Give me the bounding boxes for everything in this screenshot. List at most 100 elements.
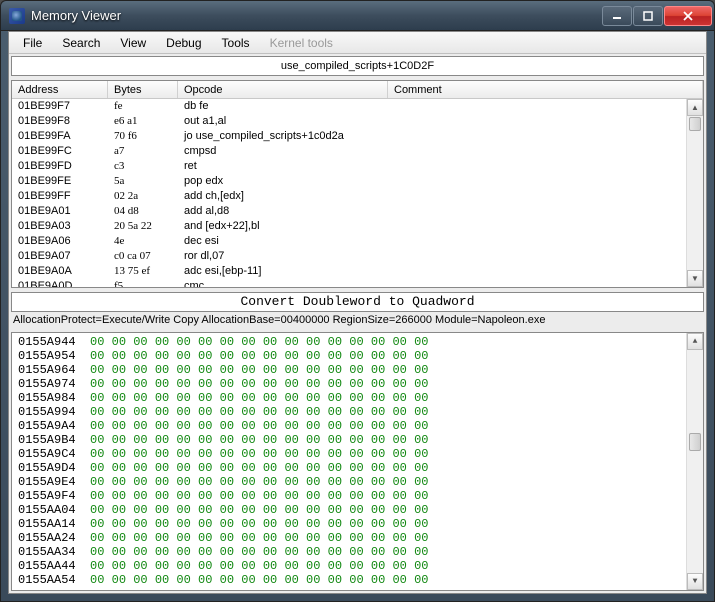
- cell-opcode: adc esi,[ebp-11]: [178, 264, 703, 279]
- menu-kernel-tools: Kernel tools: [260, 34, 343, 52]
- hex-bytes: 00 00 00 00 00 00 00 00 00 00 00 00 00 0…: [90, 489, 428, 503]
- cell-bytes: 4e: [108, 234, 178, 249]
- disasm-row[interactable]: 01BE9A0104 d8add al,d8: [12, 204, 703, 219]
- hex-bytes: 00 00 00 00 00 00 00 00 00 00 00 00 00 0…: [90, 391, 428, 405]
- disasm-row[interactable]: 01BE9A0A13 75 efadc esi,[ebp-11]: [12, 264, 703, 279]
- hex-row[interactable]: 0155A944 00 00 00 00 00 00 00 00 00 00 0…: [18, 335, 697, 349]
- hex-rows[interactable]: 0155A944 00 00 00 00 00 00 00 00 00 00 0…: [12, 333, 703, 590]
- disasm-row[interactable]: 01BE9A07c0 ca 07ror dl,07: [12, 249, 703, 264]
- hex-row[interactable]: 0155AA44 00 00 00 00 00 00 00 00 00 00 0…: [18, 559, 697, 573]
- cell-bytes: 04 d8: [108, 204, 178, 219]
- cell-address: 01BE9A01: [12, 204, 108, 219]
- disassembly-pane[interactable]: Address Bytes Opcode Comment 01BE99F7fed…: [11, 80, 704, 288]
- hex-pane[interactable]: 0155A944 00 00 00 00 00 00 00 00 00 00 0…: [11, 332, 704, 591]
- hex-address: 0155AA14: [18, 517, 76, 531]
- hex-row[interactable]: 0155AA04 00 00 00 00 00 00 00 00 00 00 0…: [18, 503, 697, 517]
- hex-row[interactable]: 0155A9E4 00 00 00 00 00 00 00 00 00 00 0…: [18, 475, 697, 489]
- hex-row[interactable]: 0155A9F4 00 00 00 00 00 00 00 00 00 00 0…: [18, 489, 697, 503]
- scrollbar-hex[interactable]: ▲ ▼: [686, 333, 703, 590]
- close-button[interactable]: [664, 6, 712, 26]
- hex-row[interactable]: 0155A954 00 00 00 00 00 00 00 00 00 00 0…: [18, 349, 697, 363]
- window-title: Memory Viewer: [31, 8, 602, 23]
- disasm-row[interactable]: 01BE9A0Df5cmc: [12, 279, 703, 287]
- hex-bytes: 00 00 00 00 00 00 00 00 00 00 00 00 00 0…: [90, 461, 428, 475]
- cell-bytes: 70 f6: [108, 129, 178, 144]
- client-area: File Search View Debug Tools Kernel tool…: [8, 31, 707, 594]
- menu-debug[interactable]: Debug: [156, 34, 211, 52]
- hex-address: 0155A994: [18, 405, 76, 419]
- hex-row[interactable]: 0155A974 00 00 00 00 00 00 00 00 00 00 0…: [18, 377, 697, 391]
- disasm-row[interactable]: 01BE99FA70 f6jo use_compiled_scripts+1c0…: [12, 129, 703, 144]
- hex-address: 0155A984: [18, 391, 76, 405]
- scroll-down-icon[interactable]: ▼: [687, 573, 703, 590]
- disasm-row[interactable]: 01BE99FE5apop edx: [12, 174, 703, 189]
- cell-address: 01BE9A06: [12, 234, 108, 249]
- cell-bytes: e6 a1: [108, 114, 178, 129]
- hex-row[interactable]: 0155A994 00 00 00 00 00 00 00 00 00 00 0…: [18, 405, 697, 419]
- hex-address: 0155A954: [18, 349, 76, 363]
- hex-address: 0155A944: [18, 335, 76, 349]
- hex-row[interactable]: 0155A9D4 00 00 00 00 00 00 00 00 00 00 0…: [18, 461, 697, 475]
- hex-bytes: 00 00 00 00 00 00 00 00 00 00 00 00 00 0…: [90, 573, 428, 587]
- cell-opcode: pop edx: [178, 174, 703, 189]
- hex-address: 0155A964: [18, 363, 76, 377]
- cell-opcode: add al,d8: [178, 204, 703, 219]
- menu-view[interactable]: View: [110, 34, 156, 52]
- cell-opcode: db fe: [178, 99, 703, 114]
- location-bar[interactable]: use_compiled_scripts+1C0D2F: [11, 56, 704, 76]
- hex-bytes: 00 00 00 00 00 00 00 00 00 00 00 00 00 0…: [90, 559, 428, 573]
- titlebar[interactable]: Memory Viewer: [1, 1, 714, 31]
- disasm-row[interactable]: 01BE99FDc3ret: [12, 159, 703, 174]
- hex-bytes: 00 00 00 00 00 00 00 00 00 00 00 00 00 0…: [90, 349, 428, 363]
- disasm-row[interactable]: 01BE9A064edec esi: [12, 234, 703, 249]
- hex-row[interactable]: 0155AA14 00 00 00 00 00 00 00 00 00 00 0…: [18, 517, 697, 531]
- scroll-thumb[interactable]: [689, 433, 701, 451]
- hex-row[interactable]: 0155A9A4 00 00 00 00 00 00 00 00 00 00 0…: [18, 419, 697, 433]
- app-window: Memory Viewer File Search View Debug Too…: [0, 0, 715, 602]
- scroll-up-icon[interactable]: ▲: [687, 99, 703, 116]
- scrollbar-disasm[interactable]: ▲ ▼: [686, 99, 703, 287]
- scroll-up-icon[interactable]: ▲: [687, 333, 703, 350]
- hex-address: 0155A9C4: [18, 447, 76, 461]
- cell-bytes: c3: [108, 159, 178, 174]
- hex-row[interactable]: 0155AA24 00 00 00 00 00 00 00 00 00 00 0…: [18, 531, 697, 545]
- cell-opcode: cmc: [178, 279, 703, 287]
- cell-bytes: c0 ca 07: [108, 249, 178, 264]
- cell-opcode: jo use_compiled_scripts+1c0d2a: [178, 129, 703, 144]
- hex-row[interactable]: 0155AA54 00 00 00 00 00 00 00 00 00 00 0…: [18, 573, 697, 587]
- hex-row[interactable]: 0155A9C4 00 00 00 00 00 00 00 00 00 00 0…: [18, 447, 697, 461]
- col-address[interactable]: Address: [12, 81, 108, 98]
- hex-row[interactable]: 0155A9B4 00 00 00 00 00 00 00 00 00 00 0…: [18, 433, 697, 447]
- disassembly-rows[interactable]: 01BE99F7fedb fe01BE99F8e6 a1out a1,al01B…: [12, 99, 703, 287]
- app-icon: [9, 8, 25, 24]
- cell-address: 01BE9A03: [12, 219, 108, 234]
- col-bytes[interactable]: Bytes: [108, 81, 178, 98]
- scroll-down-icon[interactable]: ▼: [687, 270, 703, 287]
- cell-opcode: and [edx+22],bl: [178, 219, 703, 234]
- col-comment[interactable]: Comment: [388, 81, 703, 98]
- hex-row[interactable]: 0155A964 00 00 00 00 00 00 00 00 00 00 0…: [18, 363, 697, 377]
- menu-tools[interactable]: Tools: [212, 34, 260, 52]
- cell-bytes: 13 75 ef: [108, 264, 178, 279]
- menu-file[interactable]: File: [13, 34, 52, 52]
- cell-bytes: 5a: [108, 174, 178, 189]
- disasm-row[interactable]: 01BE99F8e6 a1out a1,al: [12, 114, 703, 129]
- minimize-button[interactable]: [602, 6, 632, 26]
- cell-address: 01BE9A0A: [12, 264, 108, 279]
- hex-bytes: 00 00 00 00 00 00 00 00 00 00 00 00 00 0…: [90, 517, 428, 531]
- hex-row[interactable]: 0155A984 00 00 00 00 00 00 00 00 00 00 0…: [18, 391, 697, 405]
- scroll-thumb[interactable]: [689, 117, 701, 131]
- disasm-row[interactable]: 01BE99F7fedb fe: [12, 99, 703, 114]
- col-opcode[interactable]: Opcode: [178, 81, 388, 98]
- hex-address: 0155AA44: [18, 559, 76, 573]
- disasm-row[interactable]: 01BE99FCa7cmpsd: [12, 144, 703, 159]
- hex-row[interactable]: 0155AA34 00 00 00 00 00 00 00 00 00 00 0…: [18, 545, 697, 559]
- menu-search[interactable]: Search: [52, 34, 110, 52]
- disasm-row[interactable]: 01BE99FF02 2aadd ch,[edx]: [12, 189, 703, 204]
- hex-address: 0155AA24: [18, 531, 76, 545]
- maximize-button[interactable]: [633, 6, 663, 26]
- hex-address: 0155AA54: [18, 573, 76, 587]
- disasm-row[interactable]: 01BE9A0320 5a 22and [edx+22],bl: [12, 219, 703, 234]
- hex-address: 0155A9B4: [18, 433, 76, 447]
- instruction-description: Convert Doubleword to Quadword: [11, 292, 704, 312]
